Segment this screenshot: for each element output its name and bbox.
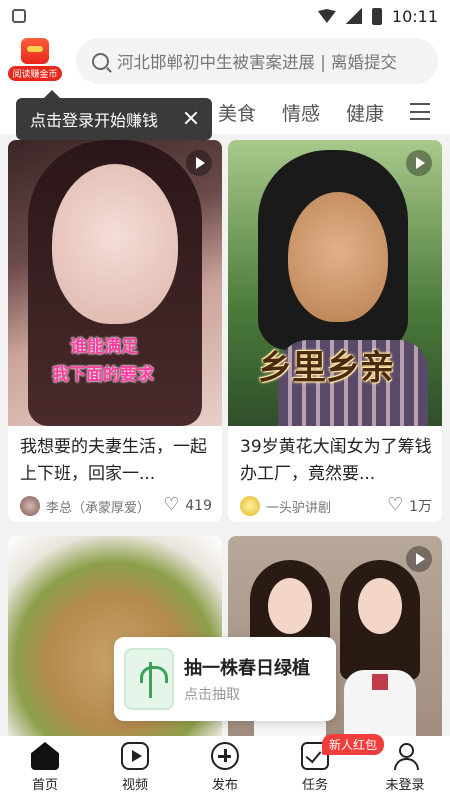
thumbnail-tie	[372, 674, 388, 690]
thumbnail-face	[268, 578, 312, 634]
video-icon	[121, 742, 149, 770]
status-bar: 10:11	[0, 0, 450, 32]
coin-label: 阅读赚金币	[8, 66, 62, 81]
read-earn-coins-button[interactable]: 阅读赚金币	[8, 36, 62, 86]
app-screen: 10:11 阅读赚金币 河北邯郸初中生被害案进展 | 离婚提交 美食 情感 健康…	[0, 0, 450, 800]
author-name[interactable]: 李总（承蒙厚爱）	[46, 497, 160, 516]
user-icon	[391, 742, 419, 770]
author-name[interactable]: 一头驴讲剧	[266, 497, 384, 516]
promo-subtitle: 点击抽取	[184, 687, 240, 703]
tab-food[interactable]: 美食	[218, 99, 256, 126]
thumbnail-caption: 乡里乡亲	[258, 348, 394, 388]
nav-label: 视频	[121, 778, 148, 793]
like-count: 1万	[409, 499, 432, 515]
promo-texts: 抽一株春日绿植 点击抽取	[184, 654, 310, 704]
login-tooltip[interactable]: 点击登录开始赚钱	[16, 90, 212, 140]
nav-home[interactable]: 首页	[0, 736, 90, 800]
tooltip-text: 点击登录开始赚钱	[30, 111, 159, 130]
signal-icon	[345, 8, 362, 24]
play-icon	[186, 150, 212, 176]
heart-icon[interactable]	[163, 494, 179, 515]
plus-circle-icon	[211, 742, 239, 770]
thumbnail-face	[52, 164, 178, 324]
search-bar[interactable]: 河北邯郸初中生被害案进展 | 离婚提交	[76, 38, 438, 84]
nav-publish[interactable]: 发布	[180, 736, 270, 800]
video-thumbnail[interactable]: 谁能满足 我下面的要求	[8, 140, 222, 426]
new-user-red-packet-badge[interactable]: 新人红包	[322, 734, 385, 755]
battery-icon	[371, 7, 382, 25]
nav-label: 任务	[301, 778, 328, 793]
video-thumbnail[interactable]: 乡里乡亲	[228, 140, 442, 426]
avatar[interactable]	[20, 496, 40, 516]
card-title: 我想要的夫妻生活，一起上下班，回家一...	[20, 437, 207, 484]
nav-label: 发布	[211, 778, 238, 793]
avatar[interactable]	[240, 496, 260, 516]
thumbnail-person	[340, 560, 420, 736]
thumbnail-face	[288, 192, 388, 322]
play-icon	[406, 546, 432, 572]
thumbnail-caption-line: 我下面的要求	[52, 365, 154, 385]
tab-health[interactable]: 健康	[346, 99, 384, 126]
plant-icon	[124, 648, 174, 710]
bottom-nav: 首页 视频 发布 任务 新人红包 未登录	[0, 734, 450, 800]
menu-icon[interactable]	[410, 103, 430, 120]
home-icon	[31, 742, 59, 770]
search-icon	[92, 52, 109, 70]
tab-list: 美食 情感 健康	[218, 99, 410, 126]
wifi-icon	[317, 9, 336, 23]
tab-emotion[interactable]: 情感	[282, 99, 320, 126]
search-placeholder: 河北邯郸初中生被害案进展 | 离婚提交	[117, 53, 398, 72]
card-meta: 一头驴讲剧 1万	[228, 488, 442, 516]
play-icon	[406, 150, 432, 176]
status-right: 10:11	[317, 6, 438, 26]
red-envelope-icon	[21, 38, 49, 64]
feed-card[interactable]: 乡里乡亲 39岁黄花大闺女为了筹钱办工厂，竟然要... 一头驴讲剧 1万	[228, 140, 442, 522]
like-count: 419	[185, 498, 212, 514]
feed-card[interactable]: 谁能满足 我下面的要求 我想要的夫妻生活，一起上下班，回家一... 李总（承蒙厚…	[8, 140, 222, 522]
nav-label: 首页	[31, 778, 58, 793]
nav-tasks[interactable]: 任务 新人红包	[270, 734, 385, 800]
card-title: 39岁黄花大闺女为了筹钱办工厂，竟然要...	[240, 437, 432, 484]
promo-title: 抽一株春日绿植	[184, 658, 310, 679]
spring-plant-promo[interactable]: 抽一株春日绿植 点击抽取	[114, 637, 336, 721]
header: 阅读赚金币 河北邯郸初中生被害案进展 | 离婚提交	[0, 32, 450, 90]
thumbnail-face	[358, 578, 402, 634]
close-icon[interactable]	[182, 109, 200, 127]
thumbnail-caption-line: 谁能满足	[70, 337, 138, 357]
heart-icon[interactable]	[387, 494, 403, 515]
status-time: 10:11	[391, 6, 438, 26]
nav-video[interactable]: 视频	[90, 736, 180, 800]
nav-label: 未登录	[385, 778, 425, 793]
card-meta: 李总（承蒙厚爱） 419	[8, 488, 222, 516]
shield-icon	[12, 9, 26, 23]
